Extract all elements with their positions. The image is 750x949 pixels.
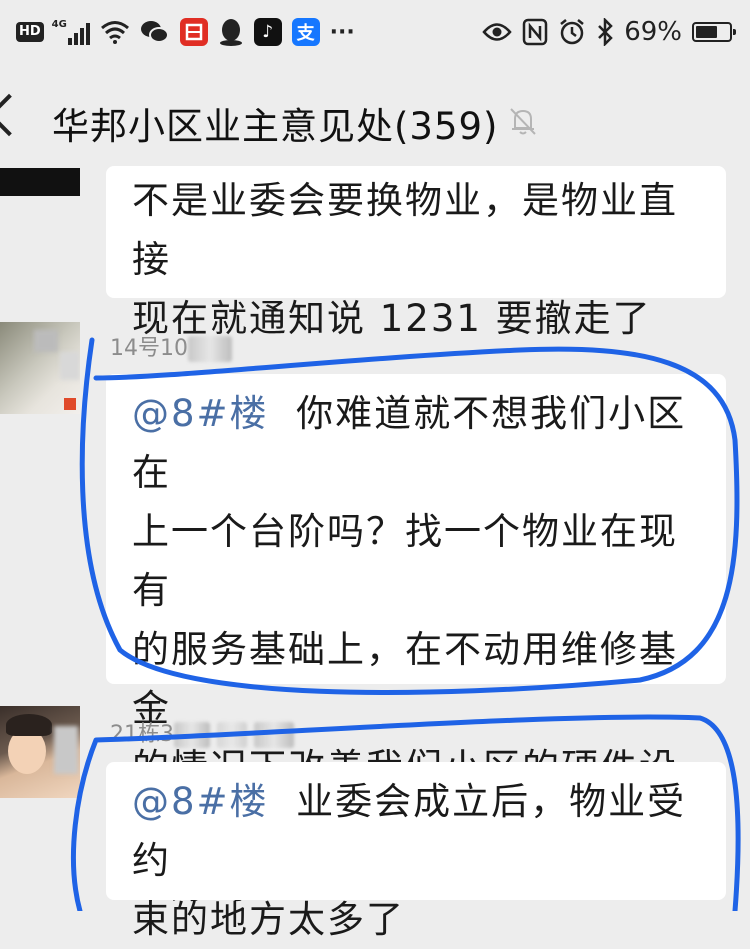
avatar-previous[interactable]: [0, 168, 80, 196]
alipay-icon: 支: [291, 18, 320, 46]
message-line: 不是业委会要换物业，是物业直接: [132, 179, 678, 281]
sender-name: 14号10: [110, 330, 232, 362]
bluetooth-icon: [598, 18, 613, 46]
network-type-label: 4G: [51, 19, 67, 30]
avatar[interactable]: [0, 706, 80, 798]
hd-icon: HD: [16, 22, 44, 42]
alarm-icon: [560, 19, 584, 45]
pinduoduo-icon: [179, 18, 208, 46]
wifi-icon: [100, 21, 129, 44]
more-notifications-icon: ···: [329, 19, 355, 45]
bell-muted-icon: [510, 108, 536, 135]
mention-tag[interactable]: @8#楼: [132, 780, 269, 823]
mention-tag[interactable]: @8#楼: [132, 392, 269, 435]
sender-name: 21栋3: [110, 716, 294, 748]
eye-icon: [482, 23, 512, 41]
battery-percent: 69%: [624, 17, 682, 47]
message-bubble: @8#楼 你难道就不想我们小区在 上一个台阶吗？找一个物业在现有 的服务基础上，…: [106, 374, 726, 907]
battery-icon: [692, 22, 736, 42]
status-bar-left: HD 4G ♪ 支 ···: [16, 14, 355, 50]
status-bar: HD 4G ♪ 支 ··· 69%: [0, 0, 750, 64]
chat-title: 华邦小区业主意见处(359): [52, 105, 499, 148]
message-line: @8#楼 业委会成立后，物业受约: [132, 780, 687, 882]
status-bar-right: 69%: [482, 14, 736, 50]
message-line: 上一个台阶吗？找一个物业在现有: [132, 510, 678, 612]
tiktok-icon: ♪: [253, 18, 282, 46]
qq-icon: [219, 19, 242, 46]
back-arrow-icon[interactable]: [0, 93, 31, 137]
message-bubble: @8#楼 业委会成立后，物业受约 束的地方太多了: [106, 762, 726, 941]
wechat-icon: [140, 21, 169, 43]
avatar[interactable]: [0, 322, 80, 414]
signal-icon: 4G: [51, 19, 90, 45]
message-bubble: 不是业委会要换物业，是物业直接 现在就通知说 1231 要撤走了: [106, 166, 726, 340]
message-line: 束的地方太多了: [132, 898, 405, 941]
chat-header: 华邦小区业主意见处(359): [0, 78, 750, 160]
message-line: @8#楼 你难道就不想我们小区在: [132, 392, 687, 494]
nfc-icon: [522, 18, 548, 46]
